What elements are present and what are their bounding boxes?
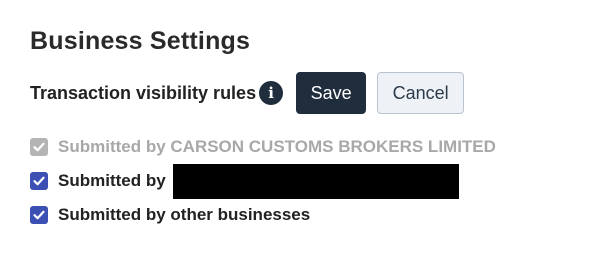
redacted-business-name <box>172 163 459 199</box>
option-label: Submitted by other businesses <box>58 205 311 224</box>
checkmark-icon <box>33 210 45 220</box>
checkmark-icon <box>33 176 45 186</box>
option-label: Submitted by <box>58 171 166 190</box>
visibility-rules-row: Transaction visibility rules i Save Canc… <box>30 72 465 114</box>
info-icon[interactable]: i <box>259 81 284 105</box>
checkbox-submitted-by-redacted[interactable] <box>30 172 48 190</box>
cancel-button[interactable]: Cancel <box>377 72 465 114</box>
option-label: Submitted by CARSON CUSTOMS BROKERS LIMI… <box>58 137 496 156</box>
checkbox-submitted-by-carson <box>30 138 48 156</box>
checkmark-icon <box>33 142 45 152</box>
visibility-rules-label: Transaction visibility rules <box>30 82 257 103</box>
page-title: Business Settings <box>30 27 251 55</box>
option-submitted-by-redacted[interactable]: Submitted by <box>30 163 496 199</box>
option-submitted-by-carson: Submitted by CARSON CUSTOMS BROKERS LIMI… <box>30 137 496 157</box>
option-submitted-by-other[interactable]: Submitted by other businesses <box>30 205 496 225</box>
visibility-options: Submitted by CARSON CUSTOMS BROKERS LIMI… <box>30 137 496 239</box>
checkbox-submitted-by-other[interactable] <box>30 206 48 224</box>
save-button[interactable]: Save <box>296 72 367 114</box>
